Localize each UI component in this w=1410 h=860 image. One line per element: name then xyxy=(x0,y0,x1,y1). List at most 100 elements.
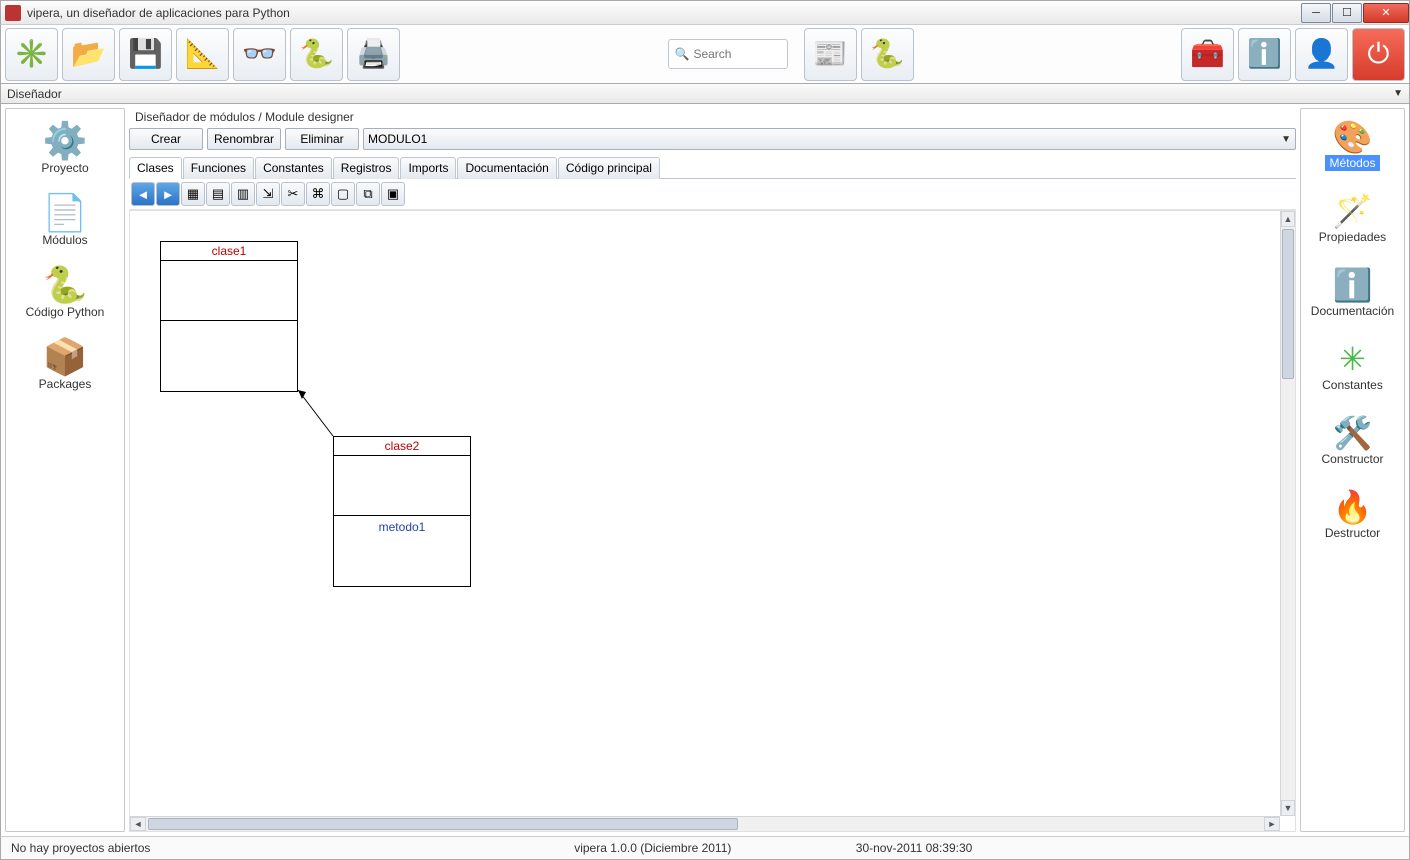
snake-icon: 🐍 xyxy=(299,40,334,68)
news-icon: 📰 xyxy=(813,40,848,68)
status-mid: vipera 1.0.0 (Diciembre 2011) xyxy=(564,841,846,855)
rename-button[interactable]: Renombrar xyxy=(207,128,281,150)
save-icon: 💾 xyxy=(128,40,163,68)
titlebar: vipera, un diseñador de aplicaciones par… xyxy=(0,0,1410,24)
class-method: metodo1 xyxy=(334,516,470,538)
class-box-clase2[interactable]: clase2 metodo1 xyxy=(333,436,471,587)
close-button[interactable]: ✕ xyxy=(1363,3,1409,23)
mini-tool-8[interactable]: ⧉ xyxy=(356,182,380,206)
tab-imports[interactable]: Imports xyxy=(400,157,456,179)
view-button[interactable]: 👓 xyxy=(233,28,286,81)
chevron-down-icon: ▼ xyxy=(1393,88,1403,99)
printer-icon: 🖨️ xyxy=(356,40,391,68)
mini-tool-1[interactable]: ▦ xyxy=(181,182,205,206)
new-button[interactable]: ✳️ xyxy=(5,28,58,81)
search-input[interactable] xyxy=(693,47,780,61)
glasses-icon: 👓 xyxy=(242,40,277,68)
window-title: vipera, un diseñador de aplicaciones par… xyxy=(25,6,1300,20)
delete-button[interactable]: Eliminar xyxy=(285,128,359,150)
wrench-icon: 🛠️ xyxy=(1333,417,1373,449)
mini-tool-5[interactable]: ✂ xyxy=(281,182,305,206)
right-item-constructor[interactable]: 🛠️ Constructor xyxy=(1301,411,1404,481)
scroll-thumb[interactable] xyxy=(1282,229,1294,379)
scroll-down-icon[interactable]: ▼ xyxy=(1281,800,1295,816)
tools-button[interactable]: 🧰 xyxy=(1181,28,1234,81)
class-methods-section xyxy=(161,321,297,391)
design-button[interactable]: 📐 xyxy=(176,28,229,81)
user-icon: 👤 xyxy=(1304,40,1339,68)
sidebar-item-proyecto[interactable]: ⚙️ Proyecto xyxy=(6,117,124,185)
right-panel: 🎨 Métodos 🪄 Propiedades ℹ️ Documentación… xyxy=(1300,108,1405,832)
status-right: 30-nov-2011 08:39:30 xyxy=(846,841,1409,855)
tab-constantes[interactable]: Constantes xyxy=(255,157,332,179)
user-button[interactable]: 👤 xyxy=(1295,28,1348,81)
vertical-scrollbar[interactable]: ▲ ▼ xyxy=(1280,211,1295,816)
subheader[interactable]: Diseñador ▼ xyxy=(0,84,1410,104)
module-select-value: MODULO1 xyxy=(368,132,427,146)
right-item-label: Propiedades xyxy=(1315,229,1390,245)
right-item-label: Destructor xyxy=(1321,525,1384,541)
right-item-documentacion[interactable]: ℹ️ Documentación xyxy=(1301,263,1404,333)
scroll-left-icon[interactable]: ◄ xyxy=(130,817,146,831)
folder-icon: 📂 xyxy=(71,40,106,68)
class-name: clase1 xyxy=(161,242,297,261)
scroll-right-icon[interactable]: ► xyxy=(1264,817,1280,831)
class-diagram-canvas[interactable]: clase1 clase2 metodo1 xyxy=(130,211,1280,816)
chevron-down-icon: ▼ xyxy=(1281,134,1291,145)
news-button[interactable]: 📰 xyxy=(804,28,857,81)
fire-icon: 🔥 xyxy=(1333,491,1373,523)
horizontal-scrollbar[interactable]: ◄ ► xyxy=(130,816,1280,831)
mini-tool-3[interactable]: ▥ xyxy=(231,182,255,206)
triangle-ruler-icon: 📐 xyxy=(185,40,220,68)
subheader-label: Diseñador xyxy=(7,87,62,101)
info-button[interactable]: ℹ️ xyxy=(1238,28,1291,81)
python-snake-button[interactable]: 🐍 xyxy=(290,28,343,81)
save-button[interactable]: 💾 xyxy=(119,28,172,81)
open-button[interactable]: 📂 xyxy=(62,28,115,81)
scroll-up-icon[interactable]: ▲ xyxy=(1281,211,1295,227)
right-item-label: Constructor xyxy=(1317,451,1387,467)
right-item-constantes[interactable]: ✳ Constantes xyxy=(1301,337,1404,407)
wand-icon: 🪄 xyxy=(1333,195,1373,227)
info-icon: ℹ️ xyxy=(1247,40,1282,68)
mini-toolbar: ◄ ► ▦ ▤ ▥ ⇲ ✂ ⌘ ▢ ⧉ ▣ xyxy=(129,179,1296,210)
sidebar-item-label: Módulos xyxy=(42,233,87,247)
sidebar-item-packages[interactable]: 📦 Packages xyxy=(6,333,124,401)
mini-tool-9[interactable]: ▣ xyxy=(381,182,405,206)
mini-tool-2[interactable]: ▤ xyxy=(206,182,230,206)
tabs-row: Clases Funciones Constantes Registros Im… xyxy=(129,156,1296,179)
mini-tool-6[interactable]: ⌘ xyxy=(306,182,330,206)
tab-clases[interactable]: Clases xyxy=(129,157,182,179)
nav-forward-button[interactable]: ► xyxy=(156,182,180,206)
class-box-clase1[interactable]: clase1 xyxy=(160,241,298,392)
tab-codigo-principal[interactable]: Código principal xyxy=(558,157,660,179)
tab-registros[interactable]: Registros xyxy=(333,157,400,179)
palette-icon: 🎨 xyxy=(1333,121,1373,153)
tab-documentacion[interactable]: Documentación xyxy=(457,157,556,179)
right-item-label: Constantes xyxy=(1318,377,1387,393)
python-button[interactable]: 🐍 xyxy=(861,28,914,81)
nav-back-button[interactable]: ◄ xyxy=(131,182,155,206)
right-item-destructor[interactable]: 🔥 Destructor xyxy=(1301,485,1404,555)
tab-funciones[interactable]: Funciones xyxy=(183,157,254,179)
package-icon: 📦 xyxy=(43,339,88,375)
sidebar-item-codigo-python[interactable]: 🐍 Código Python xyxy=(6,261,124,329)
mini-tool-7[interactable]: ▢ xyxy=(331,182,355,206)
power-button[interactable]: ⏻ xyxy=(1352,28,1405,81)
asterisk-icon: ✳ xyxy=(1339,343,1366,375)
maximize-button[interactable]: ☐ xyxy=(1332,3,1362,23)
mini-tool-4[interactable]: ⇲ xyxy=(256,182,280,206)
gears-icon: ⚙️ xyxy=(43,123,88,159)
sidebar-item-modulos[interactable]: 📄 Módulos xyxy=(6,189,124,257)
create-button[interactable]: Crear xyxy=(129,128,203,150)
print-button[interactable]: 🖨️ xyxy=(347,28,400,81)
new-icon: ✳️ xyxy=(14,40,49,68)
right-item-propiedades[interactable]: 🪄 Propiedades xyxy=(1301,189,1404,259)
search-box[interactable]: 🔍 xyxy=(668,39,788,69)
class-attrs-section xyxy=(161,261,297,321)
module-select[interactable]: MODULO1 ▼ xyxy=(363,128,1296,150)
scroll-thumb[interactable] xyxy=(148,818,738,830)
designer-title: Diseñador de módulos / Module designer xyxy=(129,108,1296,126)
minimize-button[interactable]: ─ xyxy=(1301,3,1331,23)
right-item-metodos[interactable]: 🎨 Métodos xyxy=(1301,115,1404,185)
